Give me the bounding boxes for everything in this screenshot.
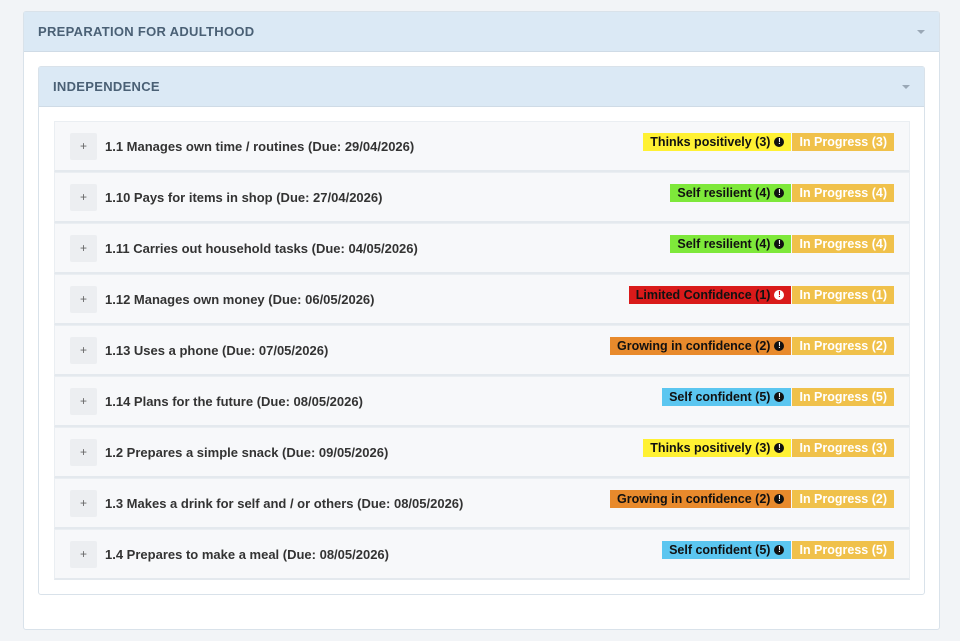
exclamation-circle-icon: ! — [774, 289, 785, 300]
outcome-item[interactable]: + 1.2 Prepares a simple snack (Due: 09/0… — [54, 427, 910, 478]
status-badge: In Progress (5) — [792, 387, 894, 406]
outcome-item[interactable]: + 1.4 Prepares to make a meal (Due: 08/0… — [54, 529, 910, 580]
badge-group: Growing in confidence (2) ! In Progress … — [609, 336, 894, 355]
confidence-level-label: Thinks positively (3) — [650, 440, 771, 455]
badge-group: Growing in confidence (2) ! In Progress … — [609, 489, 894, 508]
outcome-item[interactable]: + 1.12 Manages own money (Due: 06/05/202… — [54, 274, 910, 325]
status-badge: In Progress (1) — [792, 285, 894, 304]
independence-panel-title: INDEPENDENCE — [53, 79, 160, 94]
badge-group: Self resilient (4) ! In Progress (4) — [670, 183, 894, 202]
expand-plus-icon[interactable]: + — [70, 234, 97, 262]
exclamation-circle-icon: ! — [774, 493, 785, 504]
outcome-title: 1.1 Manages own time / routines (Due: 29… — [105, 138, 415, 154]
preparation-panel-title: PREPARATION FOR ADULTHOOD — [38, 24, 255, 39]
outcome-item[interactable]: + 1.11 Carries out household tasks (Due:… — [54, 223, 910, 274]
outcome-title: 1.4 Prepares to make a meal (Due: 08/05/… — [105, 546, 389, 562]
badge-group: Self confident (5) ! In Progress (5) — [662, 387, 894, 406]
status-badge: In Progress (2) — [792, 489, 894, 508]
confidence-level-label: Limited Confidence (1) — [635, 287, 771, 302]
caret-down-icon[interactable] — [902, 84, 910, 89]
expand-plus-icon[interactable]: + — [70, 540, 97, 568]
independence-panel: INDEPENDENCE + 1.1 Manages own time / ro… — [38, 66, 925, 595]
confidence-level-badge: Thinks positively (3) ! — [643, 132, 792, 151]
confidence-level-label: Self resilient (4) — [677, 236, 771, 251]
expand-plus-icon[interactable]: + — [70, 183, 97, 211]
outcome-title: 1.13 Uses a phone (Due: 07/05/2026) — [105, 342, 329, 358]
expand-plus-icon[interactable]: + — [70, 438, 97, 466]
badge-group: Self resilient (4) ! In Progress (4) — [670, 234, 894, 253]
badge-group: Thinks positively (3) ! In Progress (3) — [643, 132, 894, 151]
confidence-level-label: Self resilient (4) — [677, 185, 771, 200]
outcome-title: 1.10 Pays for items in shop (Due: 27/04/… — [105, 189, 383, 205]
outcome-item[interactable]: + 1.13 Uses a phone (Due: 07/05/2026) Gr… — [54, 325, 910, 376]
status-badge: In Progress (5) — [792, 540, 894, 559]
confidence-level-label: Self confident (5) — [669, 389, 771, 404]
outcome-title: 1.12 Manages own money (Due: 06/05/2026) — [105, 291, 375, 307]
confidence-level-badge: Self resilient (4) ! — [670, 234, 792, 253]
status-badge: In Progress (3) — [792, 132, 894, 151]
outcome-item[interactable]: + 1.10 Pays for items in shop (Due: 27/0… — [54, 172, 910, 223]
outcome-title: 1.11 Carries out household tasks (Due: 0… — [105, 240, 418, 256]
exclamation-circle-icon: ! — [774, 136, 785, 147]
confidence-level-label: Growing in confidence (2) — [616, 338, 771, 353]
badge-group: Limited Confidence (1) ! In Progress (1) — [628, 285, 894, 304]
outcome-title: 1.2 Prepares a simple snack (Due: 09/05/… — [105, 444, 389, 460]
exclamation-circle-icon: ! — [774, 187, 785, 198]
expand-plus-icon[interactable]: + — [70, 285, 97, 313]
outcome-item[interactable]: + 1.3 Makes a drink for self and / or ot… — [54, 478, 910, 529]
preparation-panel-header[interactable]: PREPARATION FOR ADULTHOOD — [24, 12, 939, 52]
confidence-level-label: Growing in confidence (2) — [616, 491, 771, 506]
confidence-level-badge: Growing in confidence (2) ! — [609, 336, 792, 355]
status-badge: In Progress (4) — [792, 234, 894, 253]
exclamation-circle-icon: ! — [774, 544, 785, 555]
status-badge: In Progress (2) — [792, 336, 894, 355]
exclamation-circle-icon: ! — [774, 238, 785, 249]
confidence-level-label: Thinks positively (3) — [650, 134, 771, 149]
status-badge: In Progress (3) — [792, 438, 894, 457]
exclamation-circle-icon: ! — [774, 340, 785, 351]
outcome-title: 1.3 Makes a drink for self and / or othe… — [105, 495, 464, 511]
confidence-level-badge: Self confident (5) ! — [662, 387, 792, 406]
outcome-list: + 1.1 Manages own time / routines (Due: … — [54, 121, 910, 580]
caret-down-icon[interactable] — [917, 29, 925, 34]
badge-group: Self confident (5) ! In Progress (5) — [662, 540, 894, 559]
status-badge: In Progress (4) — [792, 183, 894, 202]
badge-group: Thinks positively (3) ! In Progress (3) — [643, 438, 894, 457]
expand-plus-icon[interactable]: + — [70, 336, 97, 364]
exclamation-circle-icon: ! — [774, 442, 785, 453]
confidence-level-badge: Self resilient (4) ! — [670, 183, 792, 202]
outcome-item[interactable]: + 1.1 Manages own time / routines (Due: … — [54, 121, 910, 172]
confidence-level-badge: Limited Confidence (1) ! — [628, 285, 792, 304]
confidence-level-badge: Self confident (5) ! — [662, 540, 792, 559]
confidence-level-label: Self confident (5) — [669, 542, 771, 557]
expand-plus-icon[interactable]: + — [70, 387, 97, 415]
expand-plus-icon[interactable]: + — [70, 489, 97, 517]
outcome-item[interactable]: + 1.14 Plans for the future (Due: 08/05/… — [54, 376, 910, 427]
independence-panel-header[interactable]: INDEPENDENCE — [39, 67, 924, 107]
exclamation-circle-icon: ! — [774, 391, 785, 402]
preparation-for-adulthood-panel: PREPARATION FOR ADULTHOOD INDEPENDENCE +… — [23, 11, 940, 630]
outcome-title: 1.14 Plans for the future (Due: 08/05/20… — [105, 393, 363, 409]
expand-plus-icon[interactable]: + — [70, 132, 97, 160]
confidence-level-badge: Thinks positively (3) ! — [643, 438, 792, 457]
confidence-level-badge: Growing in confidence (2) ! — [609, 489, 792, 508]
